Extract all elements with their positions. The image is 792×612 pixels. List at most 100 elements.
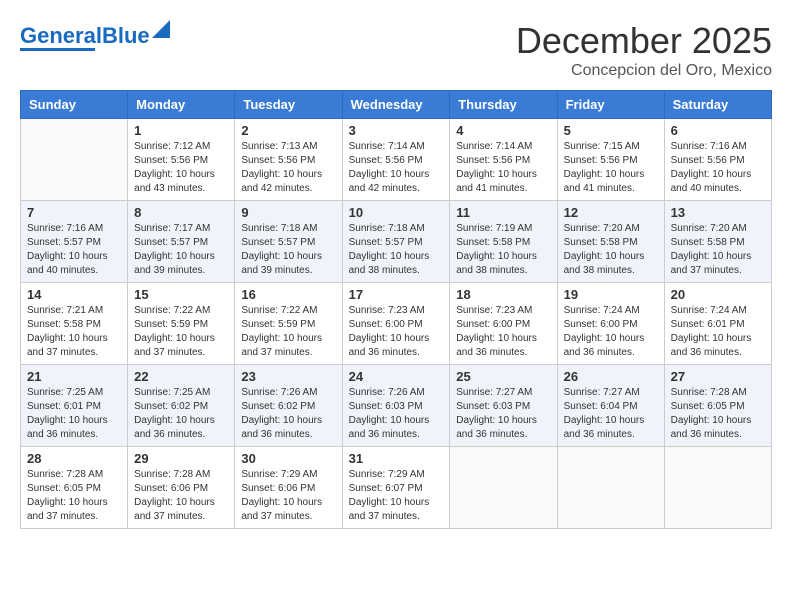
day-info: Sunrise: 7:23 AM Sunset: 6:00 PM Dayligh… [349,304,444,360]
table-row: 7 Sunrise: 7:16 AM Sunset: 5:57 PM Daylig… [21,201,128,283]
day-number: 2 [241,123,335,138]
day-number: 11 [456,205,550,220]
day-info: Sunrise: 7:25 AM Sunset: 6:01 PM Dayligh… [27,386,121,442]
day-number: 19 [564,287,658,302]
table-row: 4 Sunrise: 7:14 AM Sunset: 5:56 PM Daylig… [450,119,557,201]
month-title: December 2025 [516,20,772,62]
calendar-week-row: 14Sunrise: 7:21 AM Sunset: 5:58 PM Dayli… [21,283,772,365]
table-row: 21 Sunrise: 7:25 AM Sunset: 6:01 PM Dayli… [21,365,128,447]
calendar-week-row: 28 Sunrise: 7:28 AM Sunset: 6:05 PM Dayli… [21,447,772,529]
day-number: 6 [671,123,765,138]
table-row: 8 Sunrise: 7:17 AM Sunset: 5:57 PM Daylig… [128,201,235,283]
location-title: Concepcion del Oro, Mexico [516,62,772,80]
table-row: 2 Sunrise: 7:13 AM Sunset: 5:56 PM Daylig… [235,119,342,201]
title-area: December 2025 Concepcion del Oro, Mexico [516,20,772,80]
day-info: Sunrise: 7:20 AM Sunset: 5:58 PM Dayligh… [564,222,658,278]
calendar-header-friday: Friday [557,91,664,119]
table-row: 24 Sunrise: 7:26 AM Sunset: 6:03 PM Dayli… [342,365,450,447]
table-row: 29 Sunrise: 7:28 AM Sunset: 6:06 PM Dayli… [128,447,235,529]
day-info: Sunrise: 7:24 AM Sunset: 6:01 PM Dayligh… [671,304,765,360]
day-info: Sunrise: 7:26 AM Sunset: 6:03 PM Dayligh… [349,386,444,442]
header: GeneralBlue December 2025 Concepcion del… [20,20,772,80]
table-row [450,447,557,529]
day-info: Sunrise: 7:16 AM Sunset: 5:57 PM Dayligh… [27,222,121,278]
logo-text: GeneralBlue [20,25,150,47]
day-info: Sunrise: 7:13 AM Sunset: 5:56 PM Dayligh… [241,140,335,196]
day-number: 28 [27,451,121,466]
table-row: 5 Sunrise: 7:15 AM Sunset: 5:56 PM Daylig… [557,119,664,201]
table-row: 11 Sunrise: 7:19 AM Sunset: 5:58 PM Dayli… [450,201,557,283]
day-info: Sunrise: 7:18 AM Sunset: 5:57 PM Dayligh… [241,222,335,278]
day-info: Sunrise: 7:28 AM Sunset: 6:05 PM Dayligh… [27,468,121,524]
table-row: 17Sunrise: 7:23 AM Sunset: 6:00 PM Dayli… [342,283,450,365]
day-info: Sunrise: 7:26 AM Sunset: 6:02 PM Dayligh… [241,386,335,442]
day-info: Sunrise: 7:14 AM Sunset: 5:56 PM Dayligh… [349,140,444,196]
table-row: 6 Sunrise: 7:16 AM Sunset: 5:56 PM Daylig… [664,119,771,201]
logo-general: General [20,23,102,48]
day-number: 8 [134,205,228,220]
table-row [21,119,128,201]
calendar-header-monday: Monday [128,91,235,119]
table-row: 27 Sunrise: 7:28 AM Sunset: 6:05 PM Dayli… [664,365,771,447]
day-info: Sunrise: 7:27 AM Sunset: 6:04 PM Dayligh… [564,386,658,442]
calendar-header-thursday: Thursday [450,91,557,119]
day-number: 27 [671,369,765,384]
table-row: 19 Sunrise: 7:24 AM Sunset: 6:00 PM Dayli… [557,283,664,365]
calendar-week-row: 1 Sunrise: 7:12 AM Sunset: 5:56 PM Daylig… [21,119,772,201]
calendar-header-saturday: Saturday [664,91,771,119]
day-number: 21 [27,369,121,384]
table-row: 28 Sunrise: 7:28 AM Sunset: 6:05 PM Dayli… [21,447,128,529]
table-row: 12 Sunrise: 7:20 AM Sunset: 5:58 PM Dayli… [557,201,664,283]
calendar-header-sunday: Sunday [21,91,128,119]
day-info: Sunrise: 7:23 AM Sunset: 6:00 PM Dayligh… [456,304,550,360]
day-info: Sunrise: 7:25 AM Sunset: 6:02 PM Dayligh… [134,386,228,442]
day-info: Sunrise: 7:22 AM Sunset: 5:59 PM Dayligh… [241,304,335,360]
day-number: 1 [134,123,228,138]
table-row: 30Sunrise: 7:29 AM Sunset: 6:06 PM Dayli… [235,447,342,529]
day-number: 25 [456,369,550,384]
calendar-header-wednesday: Wednesday [342,91,450,119]
table-row: 1 Sunrise: 7:12 AM Sunset: 5:56 PM Daylig… [128,119,235,201]
table-row: 22Sunrise: 7:25 AM Sunset: 6:02 PM Dayli… [128,365,235,447]
day-info: Sunrise: 7:12 AM Sunset: 5:56 PM Dayligh… [134,140,228,196]
day-number: 4 [456,123,550,138]
table-row: 16Sunrise: 7:22 AM Sunset: 5:59 PM Dayli… [235,283,342,365]
day-number: 23 [241,369,335,384]
day-info: Sunrise: 7:29 AM Sunset: 6:07 PM Dayligh… [349,468,444,524]
day-number: 29 [134,451,228,466]
table-row: 9 Sunrise: 7:18 AM Sunset: 5:57 PM Daylig… [235,201,342,283]
day-info: Sunrise: 7:24 AM Sunset: 6:00 PM Dayligh… [564,304,658,360]
day-number: 24 [349,369,444,384]
day-info: Sunrise: 7:16 AM Sunset: 5:56 PM Dayligh… [671,140,765,196]
day-info: Sunrise: 7:19 AM Sunset: 5:58 PM Dayligh… [456,222,550,278]
day-info: Sunrise: 7:22 AM Sunset: 5:59 PM Dayligh… [134,304,228,360]
day-number: 13 [671,205,765,220]
day-number: 5 [564,123,658,138]
day-info: Sunrise: 7:28 AM Sunset: 6:06 PM Dayligh… [134,468,228,524]
day-number: 7 [27,205,121,220]
day-info: Sunrise: 7:14 AM Sunset: 5:56 PM Dayligh… [456,140,550,196]
day-number: 12 [564,205,658,220]
day-info: Sunrise: 7:27 AM Sunset: 6:03 PM Dayligh… [456,386,550,442]
day-info: Sunrise: 7:18 AM Sunset: 5:57 PM Dayligh… [349,222,444,278]
table-row: 10Sunrise: 7:18 AM Sunset: 5:57 PM Dayli… [342,201,450,283]
day-number: 3 [349,123,444,138]
calendar-week-row: 7 Sunrise: 7:16 AM Sunset: 5:57 PM Daylig… [21,201,772,283]
table-row: 23 Sunrise: 7:26 AM Sunset: 6:02 PM Dayli… [235,365,342,447]
logo-blue: Blue [102,23,150,48]
day-info: Sunrise: 7:15 AM Sunset: 5:56 PM Dayligh… [564,140,658,196]
table-row: 20Sunrise: 7:24 AM Sunset: 6:01 PM Dayli… [664,283,771,365]
day-info: Sunrise: 7:17 AM Sunset: 5:57 PM Dayligh… [134,222,228,278]
day-number: 15 [134,287,228,302]
table-row: 26Sunrise: 7:27 AM Sunset: 6:04 PM Dayli… [557,365,664,447]
day-info: Sunrise: 7:21 AM Sunset: 5:58 PM Dayligh… [27,304,121,360]
table-row: 15 Sunrise: 7:22 AM Sunset: 5:59 PM Dayli… [128,283,235,365]
day-info: Sunrise: 7:28 AM Sunset: 6:05 PM Dayligh… [671,386,765,442]
day-number: 30 [241,451,335,466]
calendar-header-tuesday: Tuesday [235,91,342,119]
day-number: 31 [349,451,444,466]
table-row: 13Sunrise: 7:20 AM Sunset: 5:58 PM Dayli… [664,201,771,283]
day-number: 9 [241,205,335,220]
table-row [557,447,664,529]
table-row [664,447,771,529]
